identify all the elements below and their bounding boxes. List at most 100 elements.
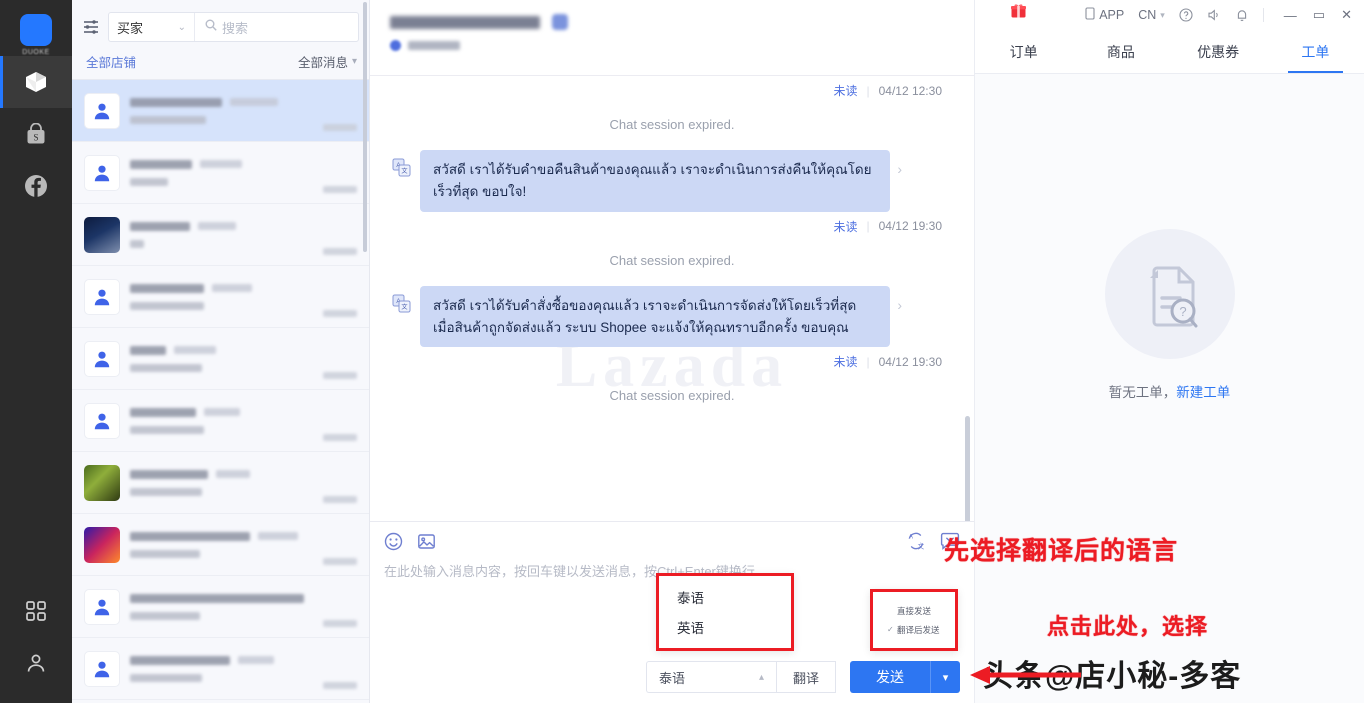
language-option[interactable]: 泰语: [659, 584, 791, 610]
conversation-tag: [216, 470, 250, 478]
emoji-icon[interactable]: [384, 532, 403, 551]
app-download-item[interactable]: APP: [1085, 7, 1124, 23]
tab-订单[interactable]: 订单: [975, 30, 1072, 73]
create-ticket-link[interactable]: 新建工单: [1176, 385, 1230, 400]
conversation-name: [130, 345, 166, 355]
shopee-bag-icon: S: [25, 122, 47, 146]
conversation-list-item[interactable]: [72, 390, 369, 452]
conversation-list-item[interactable]: [72, 452, 369, 514]
send-button[interactable]: 发送: [850, 661, 930, 693]
conversation-time: [323, 682, 357, 699]
avatar: [84, 464, 120, 501]
conversation-summary: [130, 159, 313, 186]
message-bubble: สวัสดี เราได้รับคำสั่งซื้อของคุณแล้ว เรา…: [420, 285, 902, 348]
sidebar-toolbar: 买家 ⌄ 搜索: [72, 0, 369, 42]
conversation-summary: [130, 407, 313, 434]
send-options-caret-icon[interactable]: ▾: [930, 661, 960, 693]
conversation-summary: [130, 97, 313, 124]
send-mode-option[interactable]: 直接发送: [873, 605, 955, 617]
message-scrollbar[interactable]: [965, 416, 970, 521]
speaker-icon[interactable]: [1207, 8, 1221, 22]
conversation-list-item[interactable]: [72, 204, 369, 266]
conversation-tag: [198, 222, 236, 230]
lazada-icon: [23, 70, 49, 94]
conversation-preview: [130, 301, 204, 310]
language-dropdown-menu[interactable]: 泰语 英语: [656, 573, 794, 651]
conversation-tag: [204, 408, 240, 416]
chevron-up-icon: ▴: [758, 671, 764, 683]
chat-status-dot-icon: [390, 40, 401, 51]
translate-icon[interactable]: A 文: [906, 531, 926, 551]
language-option[interactable]: 英语: [659, 614, 791, 640]
tab-优惠券[interactable]: 优惠券: [1170, 30, 1267, 73]
translate-badge-icon[interactable]: A 文: [392, 294, 411, 313]
send-mode-label: 直接发送: [897, 605, 932, 616]
tab-工单[interactable]: 工单: [1267, 30, 1364, 73]
list-filter-icon[interactable]: [82, 18, 100, 36]
send-button-group: 发送 ▾: [850, 661, 960, 693]
conversation-list-item[interactable]: [72, 576, 369, 638]
close-button[interactable]: ✕: [1341, 7, 1352, 23]
conversation-time: [323, 248, 357, 265]
chevron-down-icon: ▾: [351, 56, 357, 67]
gift-icon[interactable]: [1010, 2, 1027, 24]
conversation-list-item[interactable]: [72, 266, 369, 328]
conversation-name: [130, 655, 230, 665]
avatar: [84, 588, 120, 625]
svg-text:?: ?: [1179, 304, 1186, 319]
bell-icon[interactable]: [1235, 8, 1249, 22]
conversation-list-item[interactable]: [72, 142, 369, 204]
conversation-time: [323, 372, 357, 389]
conversation-time: [323, 124, 357, 141]
target-language-select[interactable]: 泰语 ▴: [645, 661, 776, 693]
meta-divider: |: [866, 219, 870, 234]
maximize-button[interactable]: ▭: [1313, 7, 1325, 23]
search-input[interactable]: 搜索: [195, 18, 358, 37]
help-circle-icon[interactable]: [1179, 8, 1193, 22]
conversation-list-item[interactable]: [72, 638, 369, 700]
conversation-list[interactable]: [72, 80, 369, 703]
sidebar-item-facebook[interactable]: [0, 160, 72, 212]
chevron-down-icon: ▾: [1160, 9, 1165, 20]
message-meta: 未读 | 04/12 12:30: [392, 76, 952, 101]
avatar: [84, 278, 120, 315]
message-list[interactable]: Lazada 未读 | 04/12 12:30 Chat session expi…: [370, 76, 974, 521]
quick-reply-icon[interactable]: [940, 532, 960, 550]
role-select[interactable]: 买家 ⌄: [109, 13, 195, 41]
conversation-summary: [130, 531, 313, 558]
conversation-list-item[interactable]: [72, 80, 369, 142]
app-label: APP: [1099, 8, 1125, 22]
empty-state-label: 暂无工单，: [1108, 385, 1177, 400]
send-mode-menu[interactable]: 直接发送 ✓ 翻译后发送: [870, 589, 958, 651]
ticket-empty-state: ? 暂无工单，新建工单: [975, 74, 1364, 703]
conversation-preview: [130, 177, 168, 186]
logo-label: DUOKE: [22, 49, 50, 56]
system-message: Chat session expired.: [609, 117, 735, 132]
sidebar-scrollbar[interactable]: [363, 2, 367, 252]
conversation-summary: [130, 345, 313, 372]
tab-商品[interactable]: 商品: [1072, 30, 1169, 73]
translate-badge-icon[interactable]: A 文: [392, 158, 411, 177]
conversation-list-item[interactable]: [72, 328, 369, 390]
image-icon[interactable]: [417, 532, 436, 551]
language-switch[interactable]: CN ▾: [1138, 8, 1165, 22]
topbar-divider: [1262, 8, 1264, 22]
search-placeholder: 搜索: [222, 20, 249, 36]
user-icon: [25, 652, 47, 674]
composer-toolbar: A 文: [370, 522, 974, 551]
send-mode-option[interactable]: ✓ 翻译后发送: [873, 624, 955, 636]
minimize-button[interactable]: —: [1284, 8, 1297, 23]
brand-watermark: 头条@店小秘-多客: [983, 660, 1242, 693]
role-select-value: 买家: [117, 20, 144, 36]
shop-filter[interactable]: 全部店铺: [86, 52, 136, 71]
right-panel-tabs[interactable]: 订单 商品 优惠券 工单: [975, 30, 1364, 74]
message-filter[interactable]: 全部消息 ▾: [298, 52, 357, 71]
translate-button[interactable]: 翻译: [775, 661, 836, 693]
sidebar-item-shopee[interactable]: S: [0, 108, 72, 160]
sidebar-item-lazada[interactable]: [0, 56, 72, 108]
sidebar-item-account[interactable]: [0, 637, 72, 689]
sidebar-item-apps[interactable]: [0, 585, 72, 637]
message-meta: 未读 | 04/12 19:30: [392, 212, 952, 237]
sidebar-filter-row: 全部店铺 全部消息 ▾: [72, 42, 369, 80]
conversation-list-item[interactable]: [72, 514, 369, 576]
